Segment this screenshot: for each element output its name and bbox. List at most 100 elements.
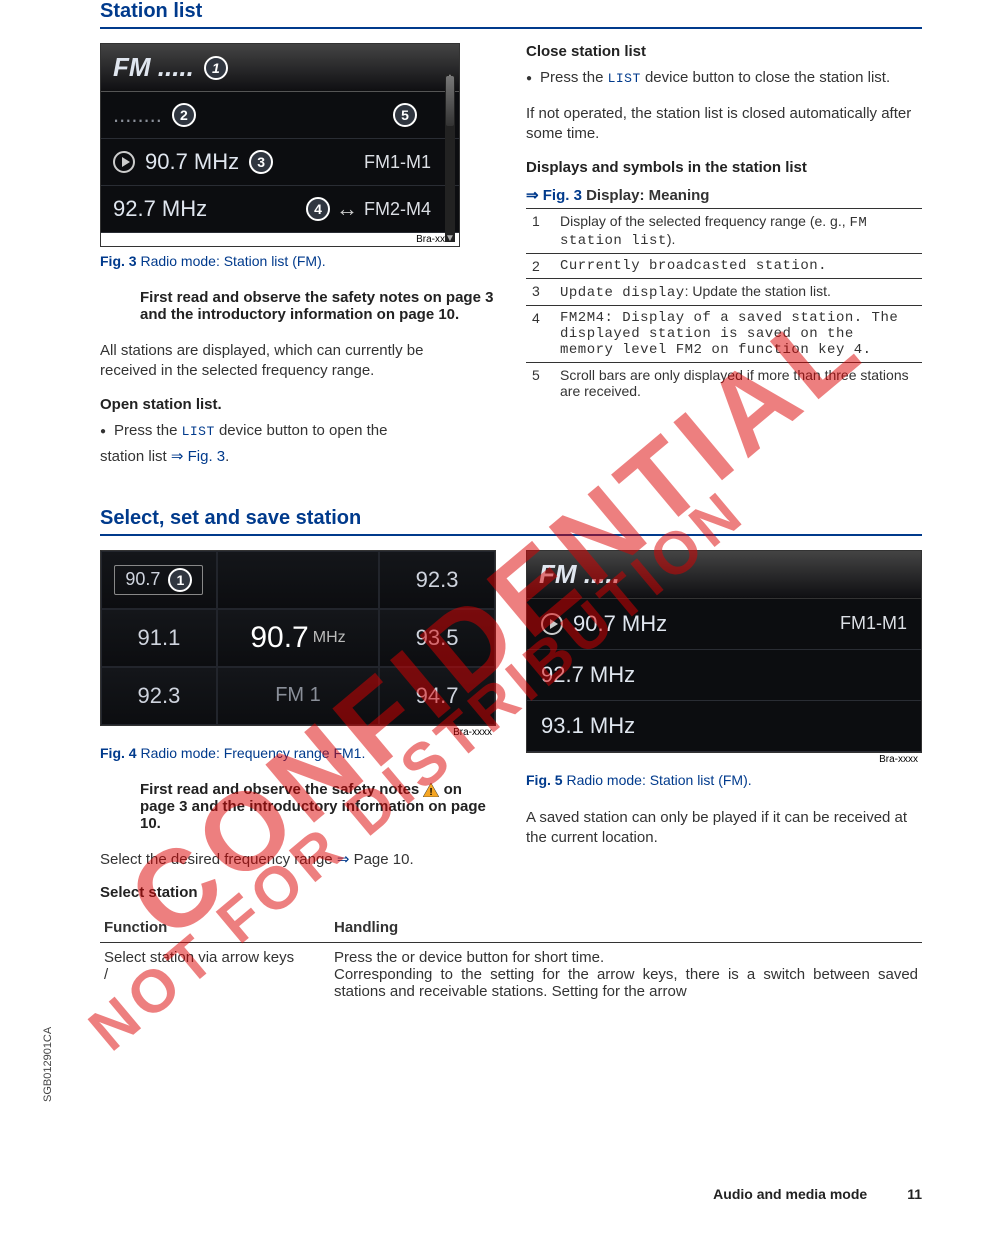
fig4-c12: 93.5 [379,609,495,667]
open-line2-post: . [225,448,229,465]
fig4-c22: 94.7 [379,667,495,725]
fig3-row2-freq: 90.7 MHz [145,149,239,175]
dt-r1-tc: ). [667,231,676,247]
fig5-r1-left: 90.7 MHz [573,611,667,637]
fig5-caption: Fig. 5 Radio mode: Station list (FM). [526,772,922,788]
close-bullet-kw: LIST [608,71,641,86]
open-line2-arrow: ⇒ [171,448,188,465]
open-line2-pre: station list [100,448,171,465]
dt-r4-n: 4 [526,305,554,362]
close-bullet-pre: Press the [540,69,608,86]
footer-page: 11 [907,1186,922,1202]
open-line2-ref: Fig. 3 [188,448,226,465]
fig5-header: FM ..... [527,551,921,599]
fig5-r2: 92.7 MHz [527,650,921,701]
open-bullet-pre: Press the [114,422,182,439]
displays-symbols-head: Displays and symbols in the station list [526,159,922,176]
ftable-r1c2b: Corresponding to the setting for the arr… [334,966,918,1000]
dt-r5-n: 5 [526,362,554,403]
fig3-scrollbar: ▲ ▼ [445,74,455,242]
fig4-c21: FM 1 [217,667,379,725]
fig3-row3-freq: 92.7 MHz [113,196,207,222]
fig4-caption-label: Fig. 4 [100,745,137,761]
fig4-tag: Bra-xxxx [100,726,496,739]
saved-station-note: A saved station can only be played if it… [526,808,922,849]
fig3-row2-mem: FM1-M1 [364,152,431,173]
para-all-stations: All stations are displayed, which can cu… [100,341,496,382]
select-range-line: Select the desired frequency range ⇒ Pag… [100,850,496,870]
close-p2: If not operated, the station list is clo… [526,104,922,145]
ftable-r1c1b: / [104,966,326,983]
figure-5-screen: FM ..... 90.7 MHz FM1-M1 92.7 MHz 93.1 M… [526,550,922,766]
function-handling-table: Function Handling Select station via arr… [100,913,922,1006]
dt-r2-n: 2 [526,253,554,278]
close-station-list-head: Close station list [526,43,922,60]
fig4-c11-mhz: MHz [313,629,346,647]
para-all-stations-a: All stations are displayed, which can cu… [100,342,424,359]
dt-r4-t: FM2M4: Display of a saved station. The d… [554,305,922,362]
safety2-pre: First read and observe the safety notes [140,781,423,798]
callout-5: 5 [393,103,417,127]
fig3-row1-dots: ........ [113,102,162,128]
para-all-stations-b: received in the selected frequency range… [100,362,374,379]
ftable-h2: Handling [330,913,922,943]
safety-note-1: First read and observe the safety notes … [140,289,496,323]
dt-r2-t: Currently broadcasted station. [554,253,922,278]
section-title-station-list: Station list [100,0,922,29]
close-bullet-post: device button to close the station list. [641,69,890,86]
dt-r3-tb: : Update the station list. [685,283,831,299]
fig3-tag: Bra-xxxx [101,233,459,246]
dt-r3-t: Update display: Update the station list. [554,278,922,305]
ftable-r1c2a: Press the or device button for short tim… [334,949,918,966]
fig5-r3: 93.1 MHz [527,701,921,752]
dt-r3-n: 3 [526,278,554,305]
fig4-caption-text: Radio mode: Frequency range FM1. [137,745,366,761]
fig3-row3-mem: FM2-M4 [364,199,431,220]
fig5-r1-right: FM1-M1 [840,613,907,634]
sel-line-pre: Select the desired frequency range [100,851,337,868]
ftable-h1: Function [100,913,330,943]
fig5-caption-label: Fig. 5 [526,772,563,788]
dt-r5-t: Scroll bars are only displayed if more t… [554,362,922,403]
sel-line-arrow: ⇒ [337,851,354,868]
footer-section: Audio and media mode [713,1186,867,1202]
fig4-c20: 92.3 [101,667,217,725]
page-footer: Audio and media mode 11 [100,1186,922,1202]
svg-text:!: ! [430,787,433,797]
fig3-caption-text: Radio mode: Station list (FM). [137,253,326,269]
fig4-caption: Fig. 4 Radio mode: Frequency range FM1. [100,745,496,761]
display-meaning-table: 1 Display of the selected frequency rang… [526,209,922,403]
callout-3: 3 [249,150,273,174]
dt-r1-t: Display of the selected frequency range … [554,209,922,254]
section-title-select-set-save: Select, set and save station [100,507,922,536]
callout-1: 1 [204,56,228,80]
fig4-c02: 92.3 [379,551,495,609]
callout-4: 4 [306,197,330,221]
ftable-r1c1a: Select station via arrow keys [104,949,326,966]
callout-2: 2 [172,103,196,127]
dt-r1-ta: Display of the selected frequency range … [560,213,850,229]
ftable-r1c1: Select station via arrow keys / [100,943,330,1007]
fig3-header: FM ..... [113,52,194,83]
figure-4-screen: 90.71 92.3 91.1 90.7MHz 93.5 92.3 FM 1 9… [100,550,496,739]
open-bullet-mid: device button to open the [215,422,388,439]
ftable-r1c2: Press the or device button for short tim… [330,943,922,1007]
open-bullet-kw: LIST [182,424,215,439]
link-line-icon: ↔ [336,196,358,222]
fig5-caption-text: Radio mode: Station list (FM). [563,772,752,788]
dt-r3-ta: Update display [560,285,685,301]
disp-ref: Fig. 3 [543,187,582,204]
disp-arrow: ⇒ [526,187,543,204]
play-icon-2 [541,613,563,635]
fig4-c00: 90.7 [125,569,160,590]
fig5-tag: Bra-xxxx [526,753,922,766]
close-bullet: Press the LIST device button to close th… [526,68,922,90]
safety-note-2: First read and observe the safety notes … [140,781,496,832]
select-station-head: Select station [100,884,496,901]
open-line2: station list ⇒ Fig. 3. [100,447,496,467]
dt-r1-n: 1 [526,209,554,254]
warning-icon: ! [423,783,439,797]
figure-3-screen: FM ..... 1 ........ 2 5 90.7 MHz 3 FM1-M… [100,43,460,247]
sel-line-post: Page 10. [354,851,414,868]
fig3-caption: Fig. 3 Radio mode: Station list (FM). [100,253,496,269]
